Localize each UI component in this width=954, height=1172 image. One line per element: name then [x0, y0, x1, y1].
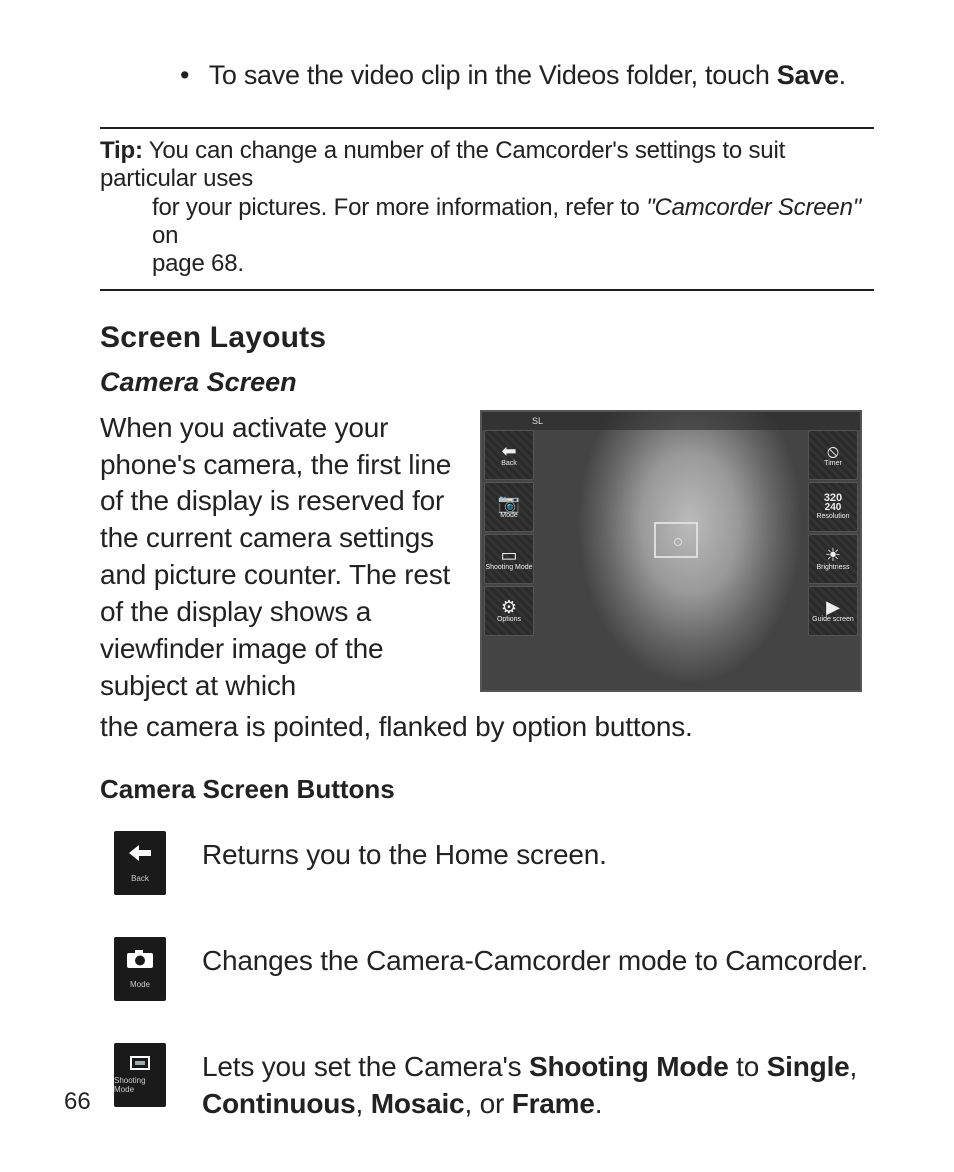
resolution-sub: 240 — [825, 502, 842, 513]
bullet-dot: • — [180, 60, 202, 91]
desc-text: Returns you to the Home screen. — [202, 839, 607, 870]
camera-screen-paragraph: When you activate your phone's camera, t… — [100, 410, 460, 706]
desc-text: , — [850, 1051, 858, 1082]
sbtn-label: Brightness — [816, 564, 849, 571]
screenshot-shooting-mode-button[interactable]: ▭Shooting Mode — [484, 534, 534, 584]
desc-bold: Mosaic — [371, 1088, 465, 1119]
camera-screen-paragraph-cont: the camera is pointed, flanked by option… — [100, 709, 874, 746]
screenshot-back-button[interactable]: ⬅Back — [484, 430, 534, 480]
button-row: Mode Changes the Camera-Camcorder mode to… — [100, 937, 874, 1001]
desc-bold: Single — [767, 1051, 850, 1082]
screenshot-left-column: ⬅Back 📷Mode ▭Shooting Mode ⚙Options — [484, 430, 534, 686]
sbtn-label: Mode — [500, 512, 518, 519]
play-icon: ▶ — [826, 598, 840, 616]
gear-icon: ⚙ — [501, 598, 517, 616]
screenshot-topbar: SL — [482, 412, 860, 430]
rule-top — [100, 127, 874, 129]
camera-icon — [126, 949, 154, 974]
tip-line1: You can change a number of the Camcorder… — [100, 137, 785, 192]
desc-bold: Continuous — [202, 1088, 356, 1119]
heading-screen-layouts: Screen Layouts — [100, 321, 874, 355]
back-button-icon: Back — [114, 831, 166, 895]
camera-button-icon: Mode — [114, 937, 166, 1001]
bullet-pre: To save the video clip in the Videos fol… — [209, 60, 777, 90]
desc-bold: Frame — [512, 1088, 595, 1119]
camera-icon: 📷 — [498, 494, 520, 512]
sbtn-label: Options — [497, 616, 521, 623]
icon-caption: Back — [131, 874, 149, 883]
desc-text: , — [356, 1088, 371, 1119]
screenshot-right-column: ⦸Timer 320240Resolution ☀Brightness ▶Gui… — [808, 430, 858, 686]
arrow-left-icon: ⬅ — [501, 442, 516, 460]
button-row: Back Returns you to the Home screen. — [100, 831, 874, 895]
rule-bottom — [100, 289, 874, 291]
desc-text: . — [595, 1088, 603, 1119]
brightness-icon: ☀ — [825, 546, 841, 564]
sbtn-label: Shooting Mode — [485, 564, 532, 571]
tip-line3: page 68. — [100, 250, 874, 278]
desc-text: to — [729, 1051, 767, 1082]
shoot-icon — [130, 1056, 150, 1070]
focus-indicator-icon — [654, 522, 698, 558]
icon-caption: Mode — [130, 980, 150, 989]
back-icon — [127, 843, 153, 868]
status-left: SL — [532, 416, 543, 426]
sbtn-label: Timer — [824, 460, 842, 467]
shoot-button-icon: Shooting Mode — [114, 1043, 166, 1107]
button-description: Lets you set the Camera's Shooting Mode … — [202, 1043, 874, 1122]
save-bullet: • To save the video clip in the Videos f… — [180, 60, 874, 91]
timer-off-icon: ⦸ — [827, 442, 839, 460]
rect-icon: ▭ — [500, 546, 517, 564]
screenshot-mode-button[interactable]: 📷Mode — [484, 482, 534, 532]
bullet-post: . — [839, 60, 846, 90]
button-row: Shooting ModeLets you set the Camera's S… — [100, 1043, 874, 1122]
camera-screenshot: SL ⬅Back 📷Mode ▭Shooting Mode ⚙Options ⦸… — [480, 410, 862, 692]
screenshot-options-button[interactable]: ⚙Options — [484, 586, 534, 636]
screenshot-resolution-button[interactable]: 320240Resolution — [808, 482, 858, 532]
tip-line2b: on — [152, 222, 178, 249]
desc-text: , or — [464, 1088, 511, 1119]
tip-label: Tip: — [100, 137, 143, 164]
desc-text: Lets you set the Camera's — [202, 1051, 529, 1082]
tip-block: Tip: You can change a number of the Camc… — [100, 137, 874, 279]
desc-bold: Shooting Mode — [529, 1051, 729, 1082]
button-description: Changes the Camera-Camcorder mode to Cam… — [202, 937, 868, 979]
screenshot-timer-button[interactable]: ⦸Timer — [808, 430, 858, 480]
screenshot-guide-button[interactable]: ▶Guide screen — [808, 586, 858, 636]
sbtn-label: Back — [501, 460, 517, 467]
button-description: Returns you to the Home screen. — [202, 831, 607, 873]
desc-text: Changes the Camera-Camcorder mode to Cam… — [202, 945, 868, 976]
bullet-bold: Save — [777, 60, 839, 90]
heading-camera-screen-buttons: Camera Screen Buttons — [100, 774, 874, 805]
sbtn-label: Guide screen — [812, 616, 854, 623]
screenshot-brightness-button[interactable]: ☀Brightness — [808, 534, 858, 584]
icon-caption: Shooting Mode — [114, 1076, 166, 1094]
sbtn-label: Resolution — [816, 513, 849, 520]
page-number: 66 — [64, 1088, 91, 1116]
tip-ref: "Camcorder Screen" — [646, 194, 861, 221]
heading-camera-screen: Camera Screen — [100, 367, 874, 398]
tip-line2: for your pictures. For more information,… — [152, 194, 646, 221]
